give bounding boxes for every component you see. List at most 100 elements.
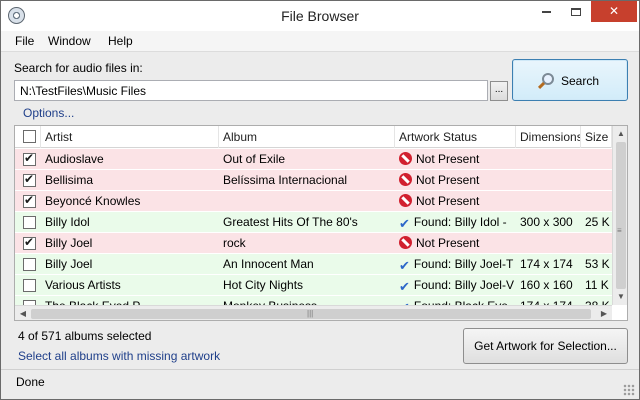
menu-bar: File Window Help	[1, 31, 639, 52]
table-header: Artist Album Artwork Status Dimensions S…	[15, 126, 612, 148]
cell-size: 25 K	[585, 215, 610, 229]
menu-file[interactable]: File	[15, 34, 34, 48]
selected-count: 4 of 571 albums selected	[18, 329, 152, 343]
cell-artwork-status: Not Present	[399, 233, 516, 254]
cell-artist: Billy Idol	[45, 215, 90, 229]
cell-dimensions: 300 x 300	[520, 215, 573, 229]
found-check-icon: ✔	[399, 279, 410, 294]
vertical-scroll-thumb[interactable]	[616, 142, 626, 289]
vertical-scrollbar[interactable]: ▲ ≡ ▼	[612, 126, 627, 305]
minimize-button[interactable]	[531, 1, 561, 22]
cell-size	[585, 149, 612, 170]
browse-button[interactable]: ...	[490, 81, 508, 101]
select-missing-artwork-link[interactable]: Select all albums with missing artwork	[18, 349, 220, 363]
cell-artwork-status: ✔ Found: Billy Joel-T	[399, 254, 516, 275]
column-header-album[interactable]: Album	[219, 126, 395, 148]
column-header-size[interactable]: Size	[581, 126, 612, 148]
column-header-dimensions[interactable]: Dimensions	[516, 126, 581, 148]
row-checkbox[interactable]	[23, 172, 36, 187]
search-location-label: Search for audio files in:	[14, 61, 143, 75]
cell-size	[585, 191, 612, 212]
status-text: Found: Billy Joel-T	[413, 257, 514, 271]
scroll-up-arrow-icon[interactable]: ▲	[613, 126, 627, 142]
cell-artwork-status: Not Present	[399, 191, 516, 212]
status-bar: Done	[1, 369, 639, 399]
row-checkbox[interactable]	[23, 235, 36, 250]
status-text: Not Present	[416, 152, 480, 166]
menu-help[interactable]: Help	[108, 34, 133, 48]
search-button[interactable]: Search	[512, 59, 628, 101]
cell-artwork-status: Not Present	[399, 170, 516, 191]
column-header-artist[interactable]: Artist	[41, 126, 219, 148]
not-present-icon	[399, 236, 412, 249]
cell-dimensions	[520, 233, 580, 254]
found-check-icon: ✔	[399, 258, 410, 273]
title-bar: File Browser ✕	[1, 1, 639, 31]
resize-grip-icon[interactable]	[623, 384, 635, 396]
not-present-icon	[399, 173, 412, 186]
row-checkbox[interactable]	[23, 258, 36, 271]
not-present-icon	[399, 152, 412, 165]
cell-artist: Beyoncé Knowles	[45, 194, 141, 208]
table-row[interactable]: Bellisima Belíssima Internacional Not Pres…	[15, 170, 612, 191]
menu-window[interactable]: Window	[48, 34, 91, 48]
table-row[interactable]: Beyoncé Knowles Not Present	[15, 191, 612, 212]
status-text: Not Present	[416, 173, 480, 187]
cell-album: Hot City Nights	[223, 278, 304, 292]
scroll-down-arrow-icon[interactable]: ▼	[613, 289, 627, 305]
cell-album: Greatest Hits Of The 80's	[223, 215, 358, 229]
maximize-icon	[571, 7, 581, 16]
status-text: Found: Billy Idol -	[413, 215, 507, 229]
cell-artwork-status: ✔ Found: Billy Joel-V	[399, 275, 516, 296]
table-row[interactable]: Billy Joel An Innocent Man ✔ Found: Billy J…	[15, 254, 612, 275]
horizontal-grip-icon: |||	[307, 309, 314, 318]
albums-table: Artist Album Artwork Status Dimensions S…	[14, 125, 628, 321]
horizontal-scrollbar[interactable]: ◀ ||| ▶	[15, 305, 612, 320]
cell-album: rock	[223, 236, 246, 250]
scroll-left-arrow-icon[interactable]: ◀	[15, 306, 31, 320]
table-row[interactable]: Various Artists Hot City Nights ✔ Found: Bi…	[15, 275, 612, 296]
status-text: Not Present	[416, 236, 480, 250]
cell-artist: Bellisima	[45, 173, 94, 187]
cell-artwork-status: ✔ Found: Billy Idol -	[399, 212, 516, 233]
search-icon	[542, 73, 554, 85]
options-link[interactable]: Options...	[23, 106, 74, 120]
cell-dimensions: 160 x 160	[520, 278, 573, 292]
cell-dimensions: 174 x 174	[520, 257, 573, 271]
status-text: Done	[16, 375, 45, 389]
row-checkbox[interactable]	[23, 193, 36, 208]
cell-artist: Billy Joel	[45, 257, 93, 271]
maximize-button[interactable]	[561, 1, 591, 22]
row-checkbox[interactable]	[23, 151, 36, 166]
found-check-icon: ✔	[399, 216, 410, 231]
cell-artwork-status: Not Present	[399, 149, 516, 170]
close-button[interactable]: ✕	[591, 1, 637, 22]
cell-size: 11 K	[585, 278, 609, 292]
cell-dimensions	[520, 191, 580, 212]
row-checkbox[interactable]	[23, 279, 36, 292]
table-row[interactable]: Billy Joel rock Not Present	[15, 233, 612, 254]
table-row[interactable]: Billy Idol Greatest Hits Of The 80's ✔ Foun…	[15, 212, 612, 233]
search-path-input[interactable]	[14, 80, 488, 101]
minimize-icon	[541, 10, 551, 13]
cell-album: An Innocent Man	[223, 257, 314, 271]
cell-dimensions	[520, 149, 580, 170]
select-all-checkbox[interactable]	[23, 130, 36, 143]
select-all-column	[15, 126, 41, 148]
scroll-right-arrow-icon[interactable]: ▶	[596, 306, 612, 320]
cell-artist: Various Artists	[45, 278, 121, 292]
cell-size: 53 K	[585, 257, 610, 271]
get-artwork-button[interactable]: Get Artwork for Selection...	[463, 328, 628, 364]
cell-album: Belíssima Internacional	[223, 173, 348, 187]
cell-size	[585, 233, 612, 254]
cell-album	[223, 191, 393, 212]
cell-artist: Billy Joel	[45, 236, 93, 250]
vertical-grip-icon: ≡	[617, 226, 622, 235]
cell-album: Out of Exile	[223, 152, 286, 166]
cell-size	[585, 170, 612, 191]
not-present-icon	[399, 194, 412, 207]
table-row[interactable]: Audioslave Out of Exile Not Present	[15, 149, 612, 170]
column-header-artwork-status[interactable]: Artwork Status	[395, 126, 516, 148]
status-text: Found: Billy Joel-V	[413, 278, 514, 292]
row-checkbox[interactable]	[23, 216, 36, 229]
